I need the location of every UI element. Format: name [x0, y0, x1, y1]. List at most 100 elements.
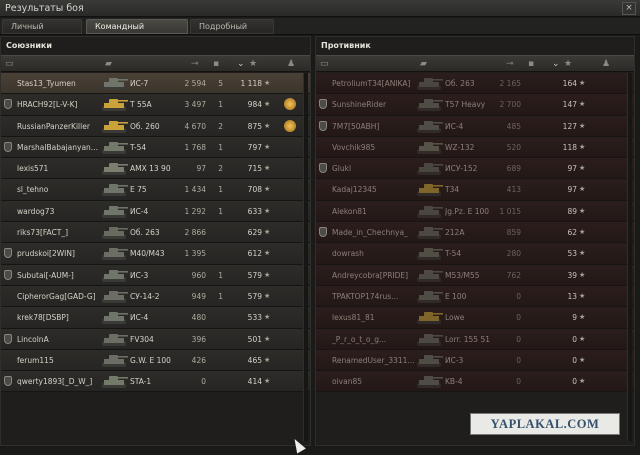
sort-chevron-icon[interactable]: ⌄ — [552, 59, 560, 69]
allies-scrollbar[interactable] — [303, 73, 308, 441]
medal-header-icon[interactable]: ♟ — [287, 59, 295, 69]
enemies-scrollbar[interactable] — [627, 73, 632, 441]
platoon-header-icon[interactable]: ▭ — [320, 59, 329, 69]
kills-header-icon[interactable]: ▪ — [213, 59, 219, 69]
player-row[interactable]: ferum115 G.W. E 100 426 465 ★ — [1, 349, 310, 372]
player-row[interactable]: TPAKTOP174rus... E 100 0 13 ★ — [316, 285, 634, 308]
player-row[interactable]: Andreycobra[PRIDE] M53/M55 762 39 ★ — [316, 264, 634, 286]
star-icon: ★ — [264, 206, 271, 215]
enemies-header: ▭ ▰ ⊸ ▪ ⌄ ★ ♟ — [316, 55, 634, 72]
allies-panel: Союзники ▭ ▰ ⊸ ▪ ⌄ ★ ♟ Stas13_Tyumen ИС-7… — [0, 36, 311, 446]
player-row[interactable]: HRACH92[L-V-K] T 55A 3 497 1 984 ★ — [1, 94, 310, 116]
close-icon[interactable]: × — [622, 2, 636, 15]
vehicle-name: ИС-4 — [130, 313, 149, 323]
star-icon: ★ — [579, 313, 586, 322]
damage-value: 426 — [191, 355, 206, 365]
star-icon: ★ — [264, 334, 271, 343]
damage-value: 1 434 — [184, 185, 206, 195]
player-name: Alekon81 — [332, 206, 367, 216]
enemies-list: PetroliumT34[ANIKA] Об. 263 2 165 164 ★ Sunsh… — [316, 73, 634, 393]
star-icon: ★ — [579, 100, 586, 109]
player-row[interactable]: oivan85 KB-4 0 0 ★ — [316, 371, 634, 393]
damage-value: 2 165 — [499, 79, 521, 88]
kills-header-icon[interactable]: ▪ — [528, 59, 534, 69]
tank-icon — [102, 312, 128, 325]
tank-icon — [102, 248, 128, 261]
platoon-icon — [4, 333, 12, 344]
player-name: MarshalBabajanyan... — [17, 142, 98, 152]
player-row[interactable]: CipherorGag[GAD-G] СУ-14-2 949 1 579 ★ — [1, 285, 310, 308]
damage-header-icon[interactable]: ⊸ — [506, 59, 514, 69]
xp-value: 89 — [567, 206, 577, 216]
xp-header-icon[interactable]: ★ — [249, 59, 257, 69]
tank-icon — [417, 354, 443, 367]
player-name: wardog73 — [17, 206, 55, 216]
xp-value: 715 — [247, 164, 262, 174]
player-row[interactable]: LincolnA FV304 396 501 ★ — [1, 328, 310, 350]
player-row[interactable]: Subutai[-AUM-] ИС-3 960 1 579 ★ — [1, 264, 310, 286]
damage-value: 1 015 — [499, 206, 521, 216]
player-row[interactable]: Glukl ИСУ-152 689 97 ★ — [316, 158, 634, 180]
player-row[interactable]: krek78[DSBP] ИС-4 480 533 ★ — [1, 307, 310, 329]
vehicle-name: Об. 263 — [445, 79, 475, 88]
xp-header-icon[interactable]: ★ — [564, 59, 572, 69]
player-row[interactable]: Kadaj12345 T34 413 97 ★ — [316, 179, 634, 201]
player-row[interactable]: RussianPanzerKiller Об. 260 4 670 2 875 ★ — [1, 115, 310, 137]
tab-personal-result[interactable]: Личный результат — [2, 19, 82, 45]
window-title: Результаты боя — [5, 3, 84, 14]
player-row[interactable]: dowrash T-54 280 53 ★ — [316, 243, 634, 265]
star-icon: ★ — [579, 249, 586, 258]
medal-header-icon[interactable]: ♟ — [602, 59, 610, 69]
player-row[interactable]: prudskoi[2WIN] M40/M43 1 395 612 ★ — [1, 243, 310, 265]
player-name: qwerty1893[_D_W_] — [17, 377, 93, 387]
player-name: lexus81_81 — [332, 313, 375, 323]
tank-icon — [102, 78, 128, 90]
platoon-icon — [4, 248, 12, 259]
player-row[interactable]: PetroliumT34[ANIKA] Об. 263 2 165 164 ★ — [316, 73, 634, 95]
damage-value: 689 — [506, 164, 521, 174]
medal-icon[interactable] — [284, 98, 296, 111]
player-row[interactable]: qwerty1893[_D_W_] STA-1 0 414 ★ — [1, 371, 310, 393]
player-row[interactable]: _P_r_o_t_o_g... Lorr. 155 51 0 0 ★ — [316, 328, 634, 350]
medal-icon[interactable] — [284, 119, 296, 132]
player-row[interactable]: Made_in_Chechnya_ 212A 859 62 ★ — [316, 222, 634, 244]
kills-value — [524, 307, 538, 328]
player-row[interactable]: SunshineRider T57 Heavy 2 700 147 ★ — [316, 94, 634, 116]
player-name: _P_r_o_t_o_g... — [332, 334, 387, 344]
kills-value: 5 — [218, 79, 223, 88]
kills-value — [209, 350, 223, 371]
platoon-header-icon[interactable]: ▭ — [5, 59, 14, 69]
vehicle-name: Lowe — [445, 313, 465, 323]
player-row[interactable]: lexus81_81 Lowe 0 9 ★ — [316, 307, 634, 329]
vehicle-header-icon[interactable]: ▰ — [420, 59, 427, 69]
player-row[interactable]: riks73[FACT_] Об. 263 2 866 629 ★ — [1, 222, 310, 244]
vehicle-name: WZ-132 — [445, 142, 475, 152]
vehicle-name: СУ-14-2 — [130, 291, 160, 301]
tab-detailed-report[interactable]: Подробный отчёт — [190, 19, 274, 45]
xp-value: 0 — [572, 334, 577, 344]
player-row[interactable]: RenamedUser_3311... ИС-3 0 0 ★ — [316, 349, 634, 372]
damage-value: 0 — [516, 377, 521, 387]
player-row[interactable]: Stas13_Tyumen ИС-7 2 594 5 1 118 ★ — [1, 73, 310, 95]
player-row[interactable]: MarshalBabajanyan... T-54 1 768 1 797 ★ — [1, 136, 310, 159]
player-row[interactable]: Alekon81 Jg.Pz. E 100 1 015 89 ★ — [316, 200, 634, 223]
damage-value: 480 — [191, 313, 206, 323]
star-icon: ★ — [579, 228, 586, 237]
tank-icon — [102, 184, 128, 197]
player-name: riks73[FACT_] — [17, 228, 69, 238]
star-icon: ★ — [264, 79, 271, 87]
player-row[interactable]: lexis571 AMX 13 90 97 2 715 ★ — [1, 158, 310, 180]
tab-team-result[interactable]: Командный результат — [86, 19, 188, 45]
player-name: Andreycobra[PRIDE] — [332, 270, 409, 280]
player-row[interactable]: 7M7[50ABH] ИС-4 485 127 ★ — [316, 115, 634, 137]
damage-header-icon[interactable]: ⊸ — [191, 59, 199, 69]
player-row[interactable]: sl_tehno E 75 1 434 1 708 ★ — [1, 179, 310, 201]
sort-chevron-icon[interactable]: ⌄ — [237, 59, 245, 69]
player-row[interactable]: wardog73 ИС-4 1 292 1 633 ★ — [1, 200, 310, 223]
star-icon: ★ — [264, 121, 271, 130]
xp-value: 9 — [572, 313, 577, 323]
player-row[interactable]: Vovchik985 WZ-132 520 118 ★ — [316, 136, 634, 159]
kills-value — [524, 73, 538, 94]
player-name: Subutai[-AUM-] — [17, 270, 74, 280]
vehicle-header-icon[interactable]: ▰ — [105, 59, 112, 69]
